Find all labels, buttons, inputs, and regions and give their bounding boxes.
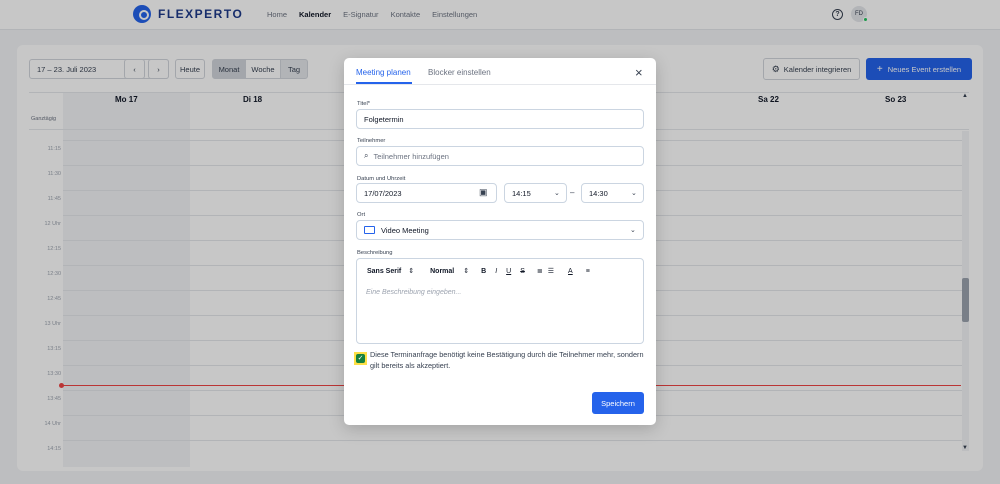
location-label: Ort [357,212,366,218]
start-time-value: 14:15 [512,188,531,198]
text-color-icon[interactable]: A [568,268,573,275]
save-button[interactable]: Speichern [592,392,644,414]
strikethrough-button[interactable]: S [520,268,525,275]
participants-placeholder: Teilnehmer hinzufügen [373,151,449,161]
location-select[interactable]: Video Meeting ⌄ [356,220,644,240]
close-icon[interactable]: × [635,65,643,80]
tab-blocker-einstellen[interactable]: Blocker einstellen [428,68,491,77]
description-editor[interactable]: Sans Serif ⇕ Normal ⇕ B I U S ≣ ☰ A ≡ Ei… [356,258,644,344]
chevron-updown-icon: ⇕ [463,268,470,275]
font-size-select[interactable]: Normal [430,268,454,275]
description-placeholder: Eine Beschreibung eingeben... [366,289,462,296]
bullet-list-icon[interactable]: ☰ [548,267,554,275]
editor-toolbar: Sans Serif ⇕ Normal ⇕ B I U S ≣ ☰ A ≡ [367,267,590,276]
consent-text: Diese Terminanfrage benötigt keine Bestä… [370,350,644,370]
description-label: Beschreibung [357,250,393,256]
align-icon[interactable]: ≡ [586,268,590,275]
participants-input[interactable]: ⌕ Teilnehmer hinzufügen [356,146,644,166]
tab-meeting-planen[interactable]: Meeting planen [356,68,411,77]
consent-checkbox[interactable]: ✓ [356,354,365,363]
underline-button[interactable]: U [506,268,511,275]
time-separator: – [570,188,575,197]
participants-label: Teilnehmer [357,138,386,144]
date-input[interactable]: 17/07/2023 ▣ [356,183,497,203]
laptop-icon [364,226,375,234]
chevron-down-icon: ⌄ [554,190,560,197]
chevron-down-icon: ⌄ [630,227,636,234]
italic-button[interactable]: I [495,268,497,275]
meeting-modal: Meeting planen Blocker einstellen × Tite… [344,58,656,425]
title-label: Titel* [357,101,370,107]
datetime-label: Datum und Uhrzeit [357,176,406,182]
end-time-select[interactable]: 14:30 ⌄ [581,183,644,203]
calendar-icon[interactable]: ▣ [479,187,488,198]
bold-button[interactable]: B [481,268,486,275]
tab-divider [344,84,656,85]
chevron-down-icon: ⌄ [631,190,637,197]
font-family-select[interactable]: Sans Serif [367,268,401,275]
title-input[interactable]: Folgetermin [356,109,644,129]
date-value: 17/07/2023 [364,188,402,198]
search-icon: ⌕ [364,151,369,160]
chevron-updown-icon: ⇕ [408,268,415,275]
ordered-list-icon[interactable]: ≣ [537,267,543,275]
end-time-value: 14:30 [589,188,608,198]
start-time-select[interactable]: 14:15 ⌄ [504,183,567,203]
location-value: Video Meeting [381,225,429,235]
